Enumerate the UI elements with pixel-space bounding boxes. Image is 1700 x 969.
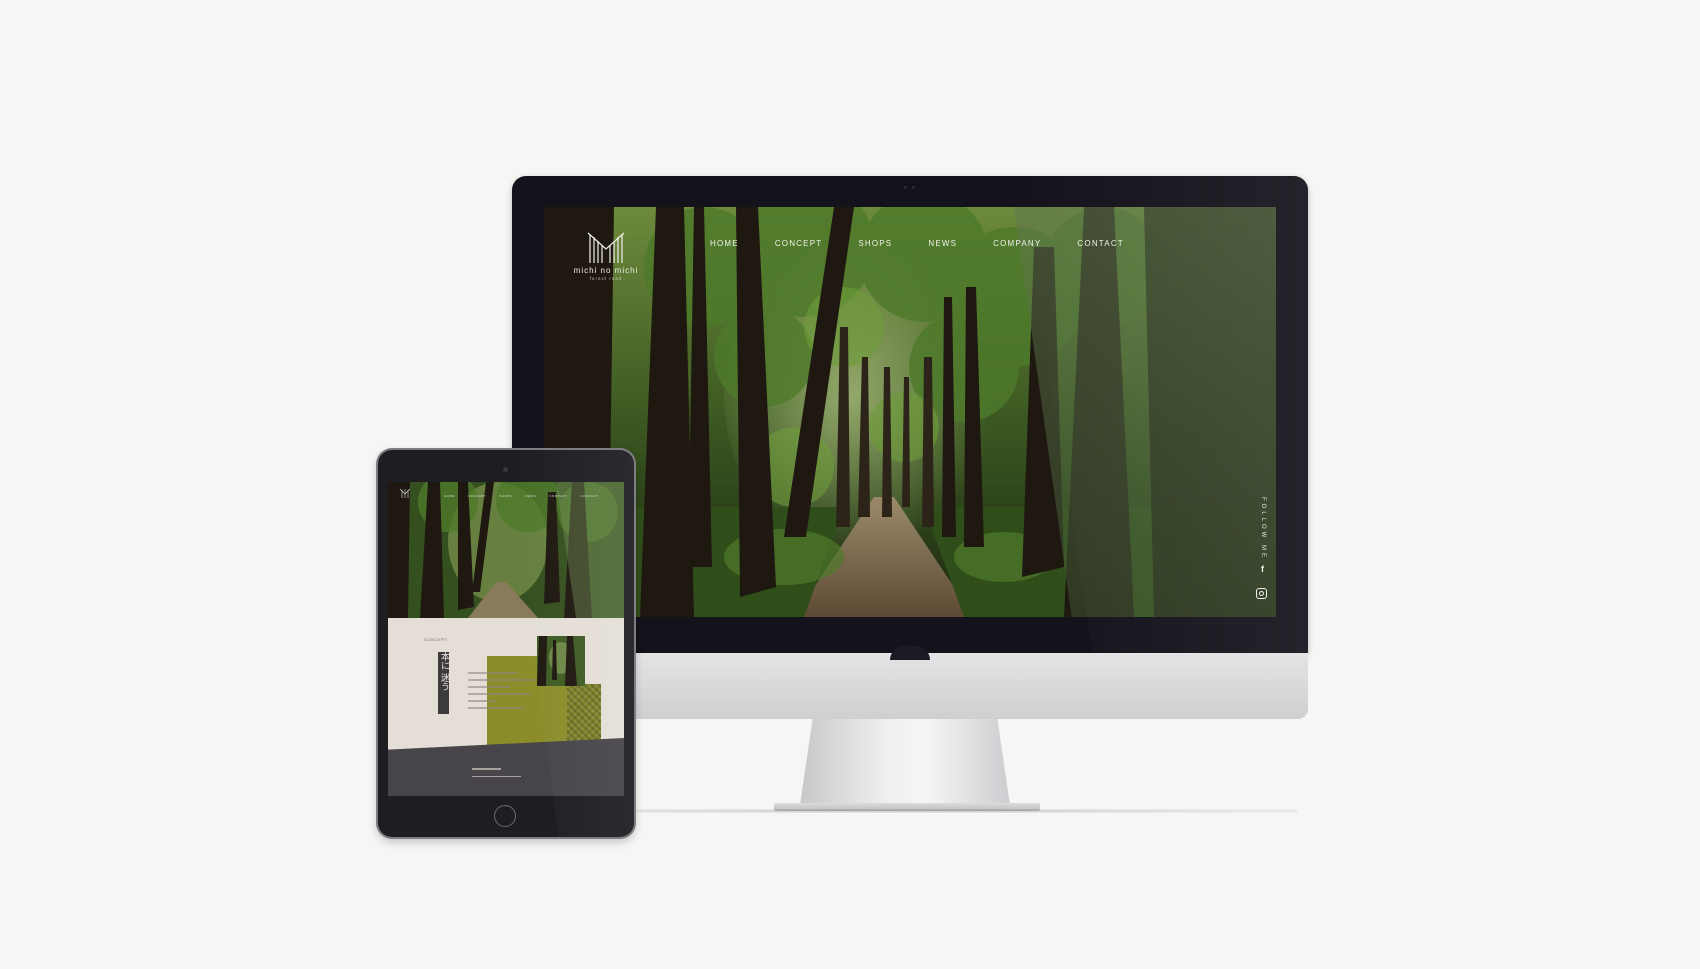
logo-subtext: forest road	[589, 276, 623, 281]
imac-notch	[890, 646, 930, 660]
instagram-icon[interactable]	[1256, 588, 1267, 599]
imac-shadow	[522, 809, 1298, 813]
nav-concept[interactable]: CONCEPT	[775, 239, 823, 248]
nav-contact[interactable]: CONTACT	[1077, 239, 1123, 248]
tablet-nav-home[interactable]: HOME	[444, 494, 455, 498]
follow-me-label: FOLLOW ME	[1260, 497, 1266, 561]
nav-company[interactable]: COMPANY	[993, 239, 1041, 248]
nav-shops[interactable]: SHOPS	[858, 239, 892, 248]
tablet-forest-image	[388, 482, 624, 618]
desktop-website-screen: michi no michi forest road HOME CONCEPT …	[544, 207, 1276, 617]
tablet-concept-section: CONCEPT 本に 迷う	[388, 618, 624, 796]
tablet-nav-contact[interactable]: CONTACT	[581, 494, 599, 498]
facebook-icon[interactable]: f	[1261, 564, 1264, 574]
imac-stand	[800, 719, 1010, 805]
home-button[interactable]	[494, 805, 516, 827]
main-nav: HOME CONCEPT SHOPS NEWS COMPANY CONTACT	[710, 239, 1160, 248]
concept-body-text	[468, 672, 538, 714]
tablet-nav-shops[interactable]: SHOPS	[499, 494, 512, 498]
tablet-nav-news[interactable]: NEWS	[525, 494, 536, 498]
concept-heading: 本に 迷う	[438, 652, 449, 714]
tablet-nav-concept[interactable]: CONCEPT	[468, 494, 486, 498]
nav-home[interactable]: HOME	[710, 239, 739, 248]
concept-label: CONCEPT	[424, 637, 448, 642]
tablet-nav-company[interactable]: COMPANY	[549, 494, 567, 498]
tablet-hero: HOME CONCEPT SHOPS NEWS COMPANY CONTACT	[388, 482, 624, 618]
tablet-website-screen: HOME CONCEPT SHOPS NEWS COMPANY CONTACT …	[388, 482, 624, 796]
camera-icon	[503, 467, 508, 472]
nav-news[interactable]: NEWS	[928, 239, 957, 248]
concept-heading-text: 本に 迷う	[439, 652, 449, 691]
camera-icon	[904, 186, 916, 191]
concept-footer-text	[472, 768, 524, 783]
ipad-device: HOME CONCEPT SHOPS NEWS COMPANY CONTACT …	[378, 450, 634, 837]
charcoal-diagonal-band	[388, 738, 624, 796]
logo-mark-icon	[587, 232, 625, 263]
site-logo[interactable]: michi no michi forest road	[566, 229, 646, 281]
tablet-nav: HOME CONCEPT SHOPS NEWS COMPANY CONTACT	[444, 494, 611, 498]
concept-forest-photo	[537, 636, 585, 686]
logo-text: michi no michi	[573, 266, 639, 275]
